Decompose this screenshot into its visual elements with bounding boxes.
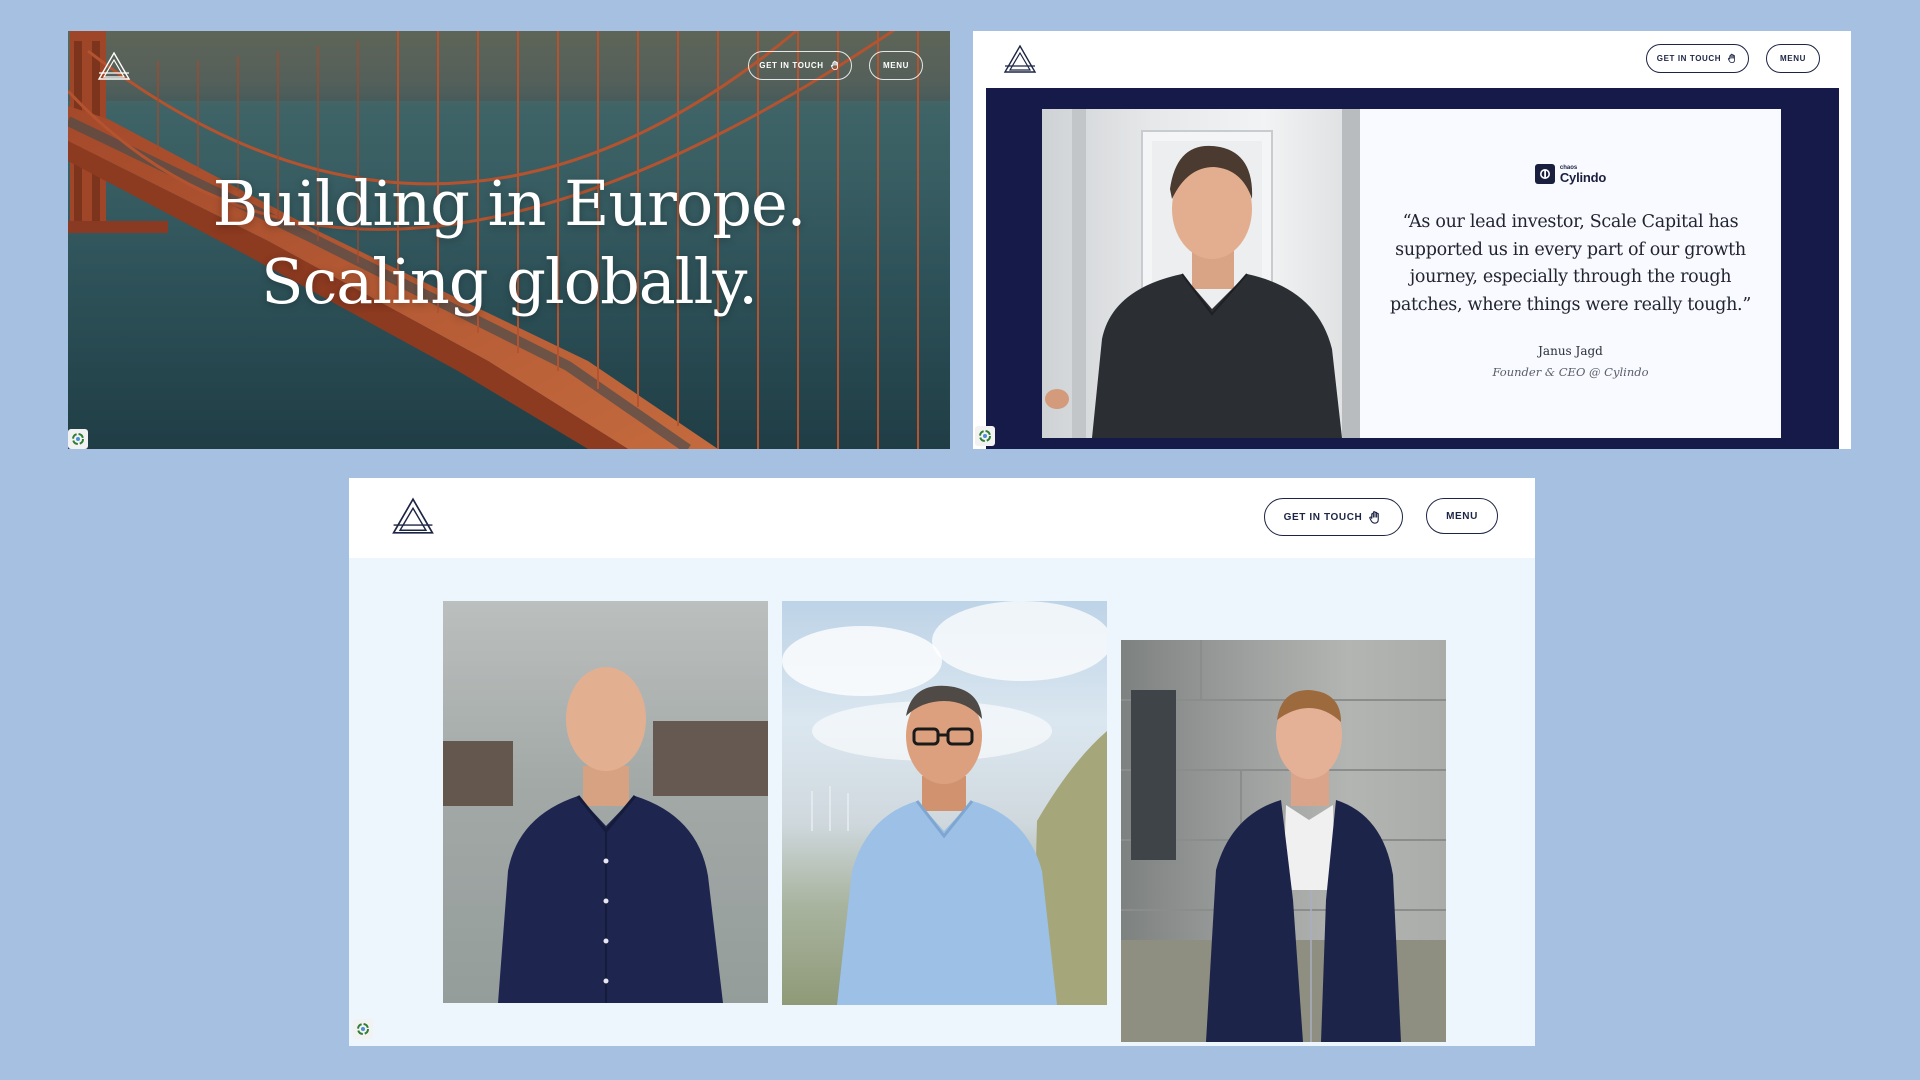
scale-capital-logo[interactable] (1003, 44, 1037, 74)
wave-hand-icon (1369, 510, 1380, 524)
get-in-touch-label: GET IN TOUCH (1656, 54, 1722, 63)
hero-headline: Building in Europe. Scaling globally. (68, 165, 950, 321)
testimonial-author: Janus Jagd (1538, 344, 1603, 358)
quote-area: chaos Cylindo “As our lead investor, Sca… (1360, 109, 1781, 438)
brand-name: Cylindo (1559, 169, 1607, 185)
testimonial-role: Founder & CEO @ Cylindo (1492, 365, 1649, 379)
team-member-photo (443, 601, 768, 1003)
get-in-touch-label: GET IN TOUCH (759, 61, 824, 70)
menu-label: MENU (1780, 54, 1806, 63)
team-member-photo (782, 601, 1107, 1005)
team-header: GET IN TOUCH MENU (349, 478, 1535, 558)
recaptcha-badge[interactable] (353, 1019, 373, 1039)
wave-hand-icon (830, 60, 838, 71)
get-in-touch-button[interactable]: GET IN TOUCH (748, 51, 852, 80)
hero-headline-line1: Building in Europe. (212, 167, 807, 240)
hero-headline-line2: Scaling globally. (261, 245, 758, 318)
scale-capital-logo[interactable] (97, 51, 131, 81)
recaptcha-icon (979, 430, 991, 442)
recaptcha-icon (72, 433, 84, 445)
recaptcha-icon (357, 1023, 369, 1035)
menu-button[interactable]: MENU (1766, 44, 1820, 73)
menu-button[interactable]: MENU (869, 51, 923, 80)
get-in-touch-label: GET IN TOUCH (1283, 511, 1363, 523)
recaptcha-badge[interactable] (68, 429, 88, 449)
menu-label: MENU (883, 61, 909, 70)
testimonial-card: chaos Cylindo “As our lead investor, Sca… (1042, 109, 1781, 438)
founder-photo (1042, 109, 1360, 438)
menu-label: MENU (1446, 510, 1478, 522)
team-member-photo (1121, 640, 1446, 1042)
get-in-touch-button[interactable]: GET IN TOUCH (1646, 44, 1749, 73)
cylindo-logo: chaos Cylindo (1360, 164, 1781, 184)
cylindo-logo-icon (1534, 164, 1555, 184)
scale-capital-logo[interactable] (391, 496, 435, 536)
testimonial-panel: GET IN TOUCH MENU chaos Cylindo “As our … (973, 31, 1851, 449)
recaptcha-badge[interactable] (975, 426, 995, 446)
founder-photo-illustration (1045, 109, 1360, 438)
menu-button[interactable]: MENU (1426, 498, 1498, 534)
testimonial-quote: “As our lead investor, Scale Capital has… (1390, 212, 1751, 315)
team-panel: GET IN TOUCH MENU (349, 478, 1535, 1046)
hero-panel: GET IN TOUCH MENU Building in Europe. Sc… (68, 31, 950, 449)
get-in-touch-button[interactable]: GET IN TOUCH (1264, 498, 1403, 536)
wave-hand-icon (1728, 53, 1736, 64)
